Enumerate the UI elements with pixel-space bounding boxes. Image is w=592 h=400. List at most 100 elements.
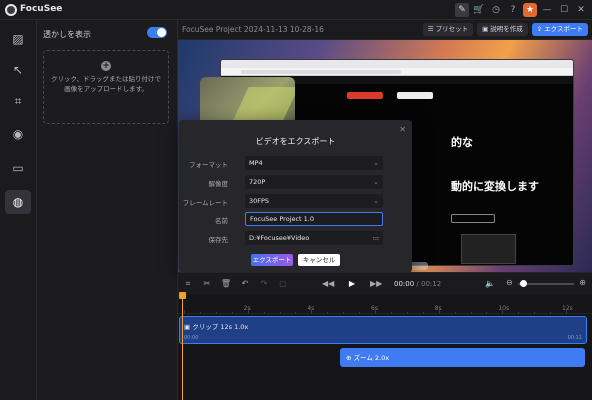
app-name: FocuSee xyxy=(20,4,63,14)
delete-icon[interactable]: 🗑 xyxy=(220,278,232,290)
image-upload-dropzone[interactable]: + クリック、ドラッグまたは貼り付けで 画像をアップロードします。 xyxy=(43,50,169,124)
path-input[interactable]: D:¥Focusee¥Video ▭ xyxy=(245,231,383,245)
zoom-icon: ⊕ xyxy=(346,354,352,362)
gift-icon[interactable]: ★ xyxy=(523,3,537,17)
time-separator: / xyxy=(416,280,419,288)
scissors-icon[interactable]: ✂ xyxy=(201,278,213,290)
timeline-zoom-slider[interactable]: ⊖ ⊕ xyxy=(506,278,586,290)
video-clip[interactable]: ▣ クリップ 12s 1.0x 00:00 00:11 xyxy=(179,316,587,344)
zoom-knob[interactable] xyxy=(520,280,527,287)
rewind-icon[interactable]: ◀◀ xyxy=(322,278,334,290)
clip-end-time: 00:11 xyxy=(567,335,582,341)
transport-controls: ◀◀ ▶ ▶▶ xyxy=(322,278,382,290)
left-toolbar: ▨ ↖ ⌗ ◉ ▭ ◍ xyxy=(0,20,37,400)
ruler-tick xyxy=(215,312,217,314)
dialog-export-button[interactable]: エクスポート xyxy=(251,254,293,266)
maximize-icon[interactable]: ☐ xyxy=(557,3,571,17)
clock-icon[interactable]: ◷ xyxy=(489,3,503,17)
clip-duration: 12s xyxy=(220,323,232,331)
ruler-tick xyxy=(502,310,504,314)
resolution-select[interactable]: 720P ⌄ xyxy=(245,175,383,189)
close-icon[interactable]: ✕ xyxy=(574,3,588,17)
chevron-down-icon: ⌄ xyxy=(373,178,379,186)
minimize-icon[interactable]: — xyxy=(540,3,554,17)
clip-name: クリップ xyxy=(192,323,219,331)
format-label: フォーマット xyxy=(189,161,228,169)
resolution-label: 解像度 xyxy=(208,180,229,188)
folder-icon[interactable]: ▭ xyxy=(372,231,379,245)
name-input[interactable]: FocuSee Project 1.0 xyxy=(245,212,383,226)
copy-icon[interactable]: ▢ xyxy=(277,278,289,290)
dialog-cancel-button[interactable]: キャンセル xyxy=(298,254,340,266)
preset-button[interactable]: ☰ プリセット xyxy=(422,23,474,36)
ruler-tick xyxy=(486,312,488,314)
ruler-tick xyxy=(534,312,536,314)
ruler-tick xyxy=(566,310,567,314)
cursor-icon[interactable]: ↖ xyxy=(5,58,31,82)
ruler-tick xyxy=(406,312,408,314)
aspect-icon[interactable]: ▨ xyxy=(5,27,31,51)
zoom-out-icon[interactable]: ⊖ xyxy=(506,278,513,287)
framerate-select[interactable]: 30FPS ⌄ xyxy=(245,194,383,208)
zoom-clip-label: ⊕ ズーム 2.0x xyxy=(346,352,389,362)
path-row: 保存先 D:¥Focusee¥Video ▭ xyxy=(179,231,412,245)
cart-icon[interactable]: 🛒 xyxy=(472,3,486,17)
playhead[interactable] xyxy=(179,292,186,400)
dialog-title: ビデオをエクスポート xyxy=(255,137,336,146)
help-icon[interactable]: ? xyxy=(506,3,520,17)
chevron-down-icon: ⌄ xyxy=(373,197,379,205)
ruler-tick xyxy=(279,312,281,314)
resolution-value: 720P xyxy=(249,178,266,186)
ruler-tick xyxy=(359,312,361,314)
header-buttons: ☰ プリセット ▣ 説明を作成 ⇪ エクスポート xyxy=(422,23,588,36)
framerate-row: フレームレート 30FPS ⌄ xyxy=(179,194,412,208)
watermark-toggle[interactable] xyxy=(147,27,167,38)
zoom-clip[interactable]: ⊕ ズーム 2.0x xyxy=(340,348,585,367)
background-icon[interactable]: ◍ xyxy=(5,190,31,214)
watermark-title: 透かしを表示 xyxy=(43,30,91,39)
ruler-tick xyxy=(263,312,265,314)
fast-forward-icon[interactable]: ▶▶ xyxy=(370,278,382,290)
name-row: 名前 FocuSee Project 1.0 xyxy=(179,212,412,226)
ruler-tick xyxy=(470,312,472,314)
play-icon[interactable]: ▶ xyxy=(346,278,358,290)
clip-speed: 1.0x xyxy=(234,323,249,331)
export-dialog: ✕ ビデオをエクスポート フォーマット MP4 ⌄ 解像度 720P ⌄ フレームレ… xyxy=(179,120,412,273)
project-title: FocuSee Project 2024-11-13 10-28-16 xyxy=(182,25,324,34)
playback-bar: ⌗ ✂ 🗑 ↶ ↷ ▢ ◀◀ ▶ ▶▶ 00:00 / 00:12 🔈 ⊖ ⊕ xyxy=(178,272,592,294)
crop-icon[interactable]: ⌗ xyxy=(182,278,194,290)
ruler-tick xyxy=(311,310,313,314)
edit-tools: ⌗ ✂ 🗑 ↶ ↷ ▢ xyxy=(182,278,289,290)
preset-label: プリセット xyxy=(435,25,469,33)
brush-icon[interactable]: ✎ xyxy=(455,3,469,17)
volume-icon[interactable]: 🔈 xyxy=(484,278,496,290)
timeline: 2s 4s 6s 8s 10s 12s ▣ クリップ 12s 1.0x 00:00 00:… xyxy=(178,292,592,400)
ruler-tick xyxy=(343,312,345,314)
web-thumbnail xyxy=(461,234,516,264)
chevron-down-icon: ⌄ xyxy=(373,159,379,167)
webcam-icon[interactable]: ◉ xyxy=(5,122,31,146)
time-ruler[interactable]: 2s 4s 6s 8s 10s 12s xyxy=(178,294,592,314)
clip-label: ▣ クリップ 12s 1.0x xyxy=(184,321,248,331)
titlebar-icons: ✎ 🛒 ◷ ? ★ — ☐ ✕ xyxy=(455,3,588,17)
ruler-tick xyxy=(327,312,329,314)
dialog-close-icon[interactable]: ✕ xyxy=(399,125,406,134)
redo-icon[interactable]: ↷ xyxy=(258,278,270,290)
ruler-tick-label: 10s xyxy=(498,305,510,312)
format-select[interactable]: MP4 ⌄ xyxy=(245,156,383,170)
zoom-in-icon[interactable]: ⊕ xyxy=(579,278,586,287)
ruler-tick xyxy=(550,312,552,314)
undo-icon[interactable]: ↶ xyxy=(239,278,251,290)
caption-icon[interactable]: ▭ xyxy=(5,156,31,180)
tutorial-button[interactable]: ▣ 説明を作成 xyxy=(477,23,528,36)
current-time: 00:00 xyxy=(394,280,415,288)
dropzone-line-1: クリック、ドラッグまたは貼り付けで xyxy=(51,75,161,83)
path-value: D:¥Focusee¥Video xyxy=(249,234,310,242)
framerate-label: フレームレート xyxy=(182,199,228,207)
ruler-tick xyxy=(390,312,392,314)
zoom-value: 2.0x xyxy=(374,354,390,362)
camera-icon[interactable]: ⌗ xyxy=(5,89,31,113)
framerate-value: 30FPS xyxy=(249,197,270,205)
web-download-button-2 xyxy=(397,92,433,99)
export-button[interactable]: ⇪ エクスポート xyxy=(531,23,588,36)
